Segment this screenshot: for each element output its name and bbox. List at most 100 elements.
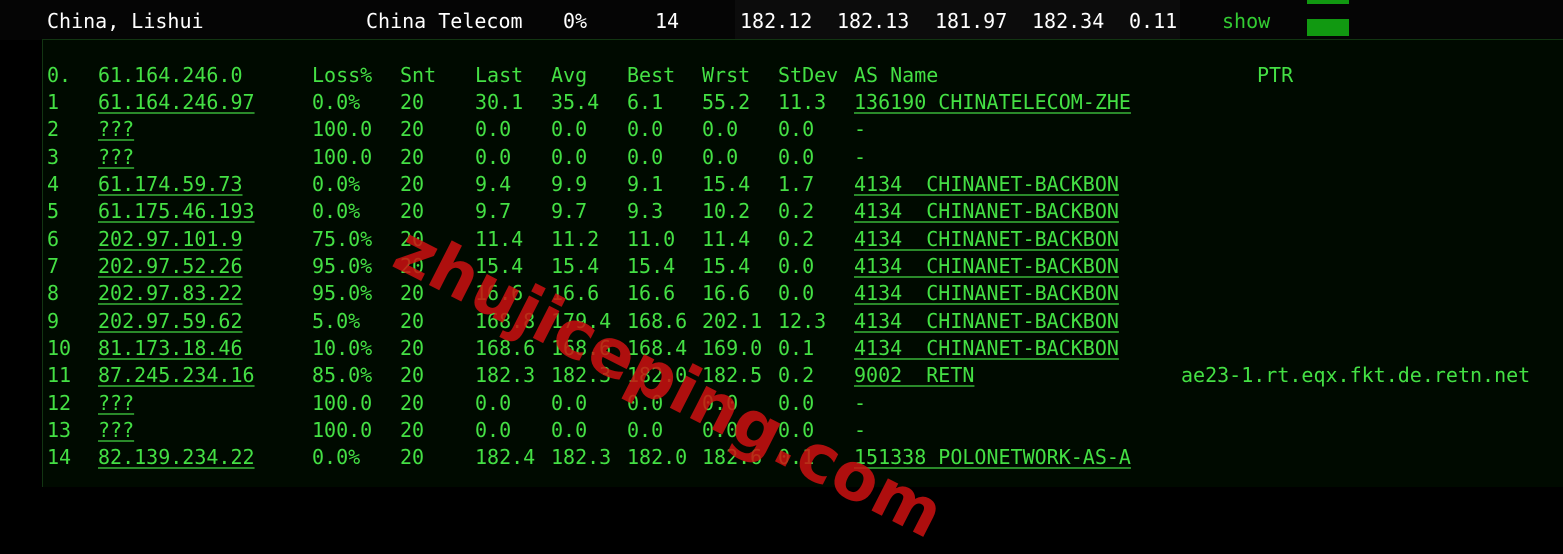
loss-cell: 100.0 — [312, 417, 373, 442]
table-row: 10 81.173.18.46 10.0% 20 168.6 168.6 168.4 169.… — [43, 336, 1563, 360]
snt-cell: 20 — [400, 417, 425, 442]
header-avg: Avg — [551, 63, 588, 87]
host-link[interactable]: ??? — [98, 418, 134, 442]
asname-link: - — [854, 390, 867, 415]
asname-link[interactable]: 9002 RETN — [854, 363, 974, 387]
avg-cell: 11.2 — [551, 226, 600, 251]
host-link[interactable]: 61.175.46.193 — [98, 199, 255, 223]
loss-cell: 100.0 — [312, 144, 373, 169]
host-link[interactable]: 202.97.101.9 — [98, 227, 243, 251]
host-link[interactable]: ??? — [98, 391, 134, 415]
best-cell: 15.4 — [627, 253, 676, 278]
stdev-cell: 0.0 — [778, 117, 815, 142]
best-cell: 9.1 — [627, 171, 664, 196]
avg-cell: 9.9 — [551, 171, 588, 196]
asname-link[interactable]: 4134 CHINANET-BACKBON — [854, 281, 1119, 305]
avg-cell: 168.6 — [551, 335, 612, 360]
host-link[interactable]: 202.97.59.62 — [98, 309, 243, 333]
hop-number: 14 — [47, 445, 72, 470]
host-link[interactable]: 82.139.234.22 — [98, 445, 255, 469]
stdev-cell: 1.7 — [778, 171, 815, 196]
table-row: 2??? 100.0 20 0.0 0.0 0.0 0.0 0.0 - — [43, 117, 1563, 141]
loss-cell: 0.0% — [312, 445, 361, 470]
snt-cell: 20 — [400, 281, 425, 306]
location-label: China, Lishui — [47, 9, 204, 33]
host-link[interactable]: 61.174.59.73 — [98, 172, 243, 196]
host-link[interactable]: 81.173.18.46 — [98, 336, 243, 360]
avg-cell: 0.0 — [551, 417, 588, 442]
wrst-cell: 15.4 — [702, 171, 751, 196]
hop-number: 1 — [47, 90, 60, 114]
avg-cell: 0.0 — [551, 117, 588, 142]
last-cell: 168.6 — [475, 335, 536, 360]
wrst-cell: 182.6 — [702, 445, 763, 470]
stdev-cell: 0.2 — [778, 199, 815, 224]
host-link[interactable]: 87.245.234.16 — [98, 363, 255, 387]
snt-cell: 20 — [400, 117, 425, 142]
last-cell: 9.7 — [475, 199, 512, 224]
host-link[interactable]: 202.97.52.26 — [98, 254, 243, 278]
table-header: 0. 61.164.246.0 Loss% Snt Last Avg Best … — [43, 63, 1563, 87]
asname-link[interactable]: 4134 CHINANET-BACKBON — [854, 172, 1119, 196]
loss-cell: 0.0% — [312, 199, 361, 224]
stdev-cell: 0.0 — [778, 417, 815, 442]
header-hop: 0. — [47, 63, 72, 87]
stdev-cell: 0.2 — [778, 226, 815, 251]
loss-cell: 95.0% — [312, 281, 373, 306]
header-stdev: StDev — [778, 63, 839, 87]
loss-cell: 5.0% — [312, 308, 361, 333]
host-link[interactable]: 202.97.83.22 — [98, 281, 243, 305]
wrst-cell: 182.5 — [702, 363, 763, 388]
wrst-cell: 10.2 — [702, 199, 751, 224]
last-cell: 11.4 — [475, 226, 524, 251]
header-last: Last — [475, 63, 524, 87]
avg-value: 182.13 — [837, 9, 910, 33]
snt-cell: 20 — [400, 171, 425, 196]
asname-link[interactable]: 4134 CHINANET-BACKBON — [854, 199, 1119, 223]
asname-link[interactable]: 4134 CHINANET-BACKBON — [854, 309, 1119, 333]
loss-cell: 95.0% — [312, 253, 373, 278]
snt-cell: 20 — [400, 308, 425, 333]
hop-number: 9 — [47, 308, 60, 333]
avg-cell: 179.4 — [551, 308, 612, 333]
last-cell: 182.4 — [475, 445, 536, 470]
avg-cell: 35.4 — [551, 90, 600, 114]
last-cell: 30.1 — [475, 90, 524, 114]
host-link[interactable]: 61.164.246.97 — [98, 90, 255, 114]
show-link[interactable]: show — [1222, 9, 1270, 33]
snt-cell: 20 — [400, 144, 425, 169]
stdev-cell: 0.0 — [778, 144, 815, 169]
last-cell: 182.3 — [475, 363, 536, 388]
wrst-cell: 16.6 — [702, 281, 751, 306]
avg-cell: 0.0 — [551, 390, 588, 415]
asname-link: - — [854, 417, 867, 442]
snt-cell: 20 — [400, 390, 425, 415]
best-cell: 182.0 — [627, 445, 688, 470]
asname-link[interactable]: 4134 CHINANET-BACKBON — [854, 227, 1119, 251]
hop-number: 13 — [47, 417, 72, 442]
table-row: 14 82.139.234.22 0.0% 20 182.4 182.3 182.0 182.… — [43, 445, 1563, 469]
table-row: 5 61.175.46.193 0.0% 20 9.7 9.7 9.3 10.2 0.2 4134… — [43, 199, 1563, 223]
asname-link: - — [854, 144, 867, 169]
asname-link[interactable]: 4134 CHINANET-BACKBON — [854, 336, 1119, 360]
asname-link[interactable]: 136190 CHINATELECOM-ZHE — [854, 90, 1131, 114]
host-link[interactable]: ??? — [98, 145, 134, 169]
hop-number: 3 — [47, 144, 60, 169]
header-loss: Loss% — [312, 63, 373, 87]
asname-link[interactable]: 151338 POLONETWORK-AS-A — [854, 445, 1131, 469]
last-cell: 9.4 — [475, 171, 512, 196]
header-ptr: PTR — [1257, 63, 1294, 87]
table-row: 13??? 100.0 20 0.0 0.0 0.0 0.0 0.0 - — [43, 418, 1563, 442]
best-cell: 168.6 — [627, 308, 688, 333]
asname-link[interactable]: 4134 CHINANET-BACKBON — [854, 254, 1119, 278]
header-asname: AS Name — [854, 63, 939, 87]
loss-cell: 0.0% — [312, 171, 361, 196]
isp-label: China Telecom — [366, 9, 523, 33]
last-cell: 0.0 — [475, 390, 512, 415]
last-cell: 0.0 — [475, 417, 512, 442]
stdev-cell: 12.3 — [778, 308, 827, 333]
avg-cell: 0.0 — [551, 144, 588, 169]
wrst-cell: 0.0 — [702, 417, 739, 442]
table-row: 3??? 100.0 20 0.0 0.0 0.0 0.0 0.0 - — [43, 145, 1563, 169]
host-link[interactable]: ??? — [98, 117, 134, 141]
